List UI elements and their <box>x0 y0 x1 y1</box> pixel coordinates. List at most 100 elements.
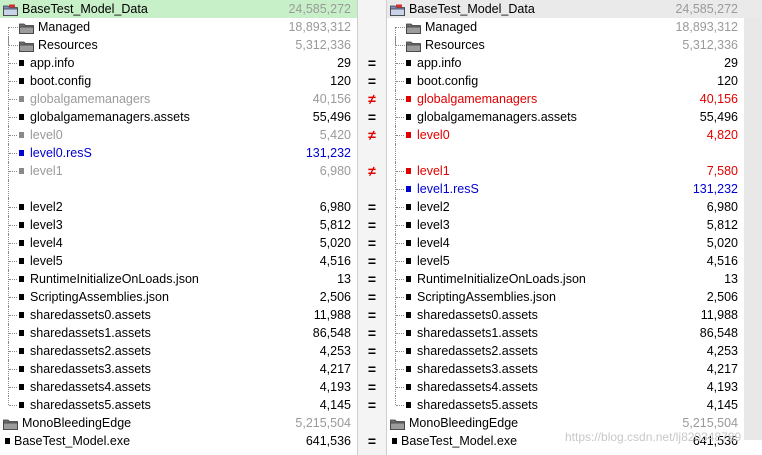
file-row[interactable]: level1 6,980 <box>0 162 357 180</box>
tree-branch <box>9 135 17 136</box>
file-icon <box>406 168 411 174</box>
item-size: 40,156 <box>699 92 738 106</box>
item-size: 11,988 <box>700 308 738 322</box>
tree-branch <box>9 369 17 370</box>
tree-branch <box>9 81 17 82</box>
file-icon <box>19 384 24 390</box>
folder-row[interactable]: Resources 5,312,336 <box>0 36 357 54</box>
file-row[interactable]: sharedassets3.assets 4,217 <box>387 360 762 378</box>
file-icon <box>406 186 411 192</box>
folder-row[interactable]: Resources 5,312,336 <box>387 36 762 54</box>
file-row[interactable]: sharedassets0.assets 11,988 <box>0 306 357 324</box>
file-row[interactable]: globalgamemanagers.assets 55,496 <box>0 108 357 126</box>
item-name: sharedassets0.assets <box>30 308 151 322</box>
file-icon <box>19 240 24 246</box>
file-row[interactable]: level0.resS 131,232 <box>0 144 357 162</box>
file-row[interactable]: sharedassets1.assets 86,548 <box>0 324 357 342</box>
file-row[interactable]: level0 5,420 <box>0 126 357 144</box>
tree-branch <box>9 225 17 226</box>
file-row[interactable]: level2 6,980 <box>0 198 357 216</box>
item-size: 4,193 <box>319 380 351 394</box>
file-row[interactable]: level1.resS 131,232 <box>387 180 762 198</box>
item-name: sharedassets1.assets <box>417 326 538 340</box>
file-icon <box>406 366 411 372</box>
folder-row[interactable]: MonoBleedingEdge 5,215,504 <box>0 414 357 432</box>
file-icon <box>19 114 24 120</box>
file-row[interactable]: RuntimeInitializeOnLoads.json 13 <box>0 270 357 288</box>
left-folder-pane[interactable]: BaseTest_Model_Data 24,585,272 Managed 18,8… <box>0 0 357 455</box>
tree-branch <box>396 63 404 64</box>
file-row[interactable]: level1 7,580 <box>387 162 762 180</box>
folder-row[interactable]: BaseTest_Model_Data 24,585,272 <box>387 0 762 18</box>
tree-branch <box>9 315 17 316</box>
equal-icon: = <box>367 199 377 215</box>
file-row[interactable]: level3 5,812 <box>387 216 762 234</box>
tree-branch <box>9 387 17 388</box>
folder-row[interactable]: BaseTest_Model_Data 24,585,272 <box>0 0 357 18</box>
tree-line <box>395 144 396 162</box>
file-row[interactable]: sharedassets2.assets 4,253 <box>0 342 357 360</box>
file-row[interactable]: boot.config 120 <box>387 72 762 90</box>
item-size: 6,980 <box>706 200 738 214</box>
file-icon <box>19 294 24 300</box>
equal-icon: = <box>367 307 377 323</box>
file-row[interactable]: ScriptingAssemblies.json 2,506 <box>387 288 762 306</box>
item-name: level2 <box>417 200 450 214</box>
file-row[interactable]: RuntimeInitializeOnLoads.json 13 <box>387 270 762 288</box>
item-name: boot.config <box>30 74 92 88</box>
file-row[interactable]: globalgamemanagers 40,156 <box>0 90 357 108</box>
file-row[interactable]: sharedassets0.assets 11,988 <box>387 306 762 324</box>
file-row[interactable]: app.info 29 <box>0 54 357 72</box>
file-row[interactable]: sharedassets3.assets 4,217 <box>0 360 357 378</box>
item-name: boot.config <box>417 74 479 88</box>
item-size: 131,232 <box>305 146 351 160</box>
blank-row <box>387 144 762 162</box>
tree-branch <box>396 297 404 298</box>
item-size: 5,215,504 <box>295 416 351 430</box>
file-row[interactable]: sharedassets2.assets 4,253 <box>387 342 762 360</box>
file-row[interactable]: sharedassets4.assets 4,193 <box>0 378 357 396</box>
file-icon <box>19 60 24 66</box>
item-name: level0 <box>30 128 63 142</box>
file-row[interactable]: globalgamemanagers 40,156 <box>387 90 762 108</box>
item-name: sharedassets3.assets <box>417 362 538 376</box>
watermark: https://blog.csdn.net/lj820348789 <box>565 430 742 444</box>
folder-row[interactable]: Managed 18,893,312 <box>0 18 357 45</box>
file-row[interactable]: BaseTest_Model.exe 641,536 <box>0 432 357 450</box>
item-name: sharedassets4.assets <box>417 380 538 394</box>
file-row[interactable]: level3 5,812 <box>0 216 357 234</box>
file-icon <box>406 276 411 282</box>
file-row[interactable]: level0 4,820 <box>387 126 762 144</box>
file-row[interactable]: ScriptingAssemblies.json 2,506 <box>0 288 357 306</box>
item-name: level4 <box>30 236 63 250</box>
file-icon <box>19 402 24 408</box>
comparison-gutter: = = ≠ = ≠ ≠ = = = = = = = = = = = = = <box>357 0 387 455</box>
file-row[interactable]: sharedassets5.assets 4,145 <box>387 396 762 414</box>
tree-branch <box>9 63 17 64</box>
file-row[interactable]: level4 5,020 <box>387 234 762 252</box>
right-folder-pane[interactable]: BaseTest_Model_Data 24,585,272 Managed 18,8… <box>387 0 762 455</box>
file-row[interactable]: globalgamemanagers.assets 55,496 <box>387 108 762 126</box>
item-size: 2,506 <box>706 290 738 304</box>
item-name: globalgamemanagers <box>417 92 538 106</box>
file-row[interactable]: level2 6,980 <box>387 198 762 216</box>
tree-branch <box>396 117 404 118</box>
tree-branch <box>396 243 404 244</box>
file-row[interactable]: level4 5,020 <box>0 234 357 252</box>
file-row[interactable]: level5 4,516 <box>0 252 357 270</box>
file-icon <box>19 366 24 372</box>
item-name: app.info <box>30 56 75 70</box>
file-row[interactable]: sharedassets1.assets 86,548 <box>387 324 762 342</box>
file-row[interactable]: level5 4,516 <box>387 252 762 270</box>
item-size: 4,253 <box>319 344 351 358</box>
file-row[interactable]: app.info 29 <box>387 54 762 72</box>
equal-icon: = <box>367 397 377 413</box>
item-size: 641,536 <box>305 434 351 448</box>
file-row[interactable]: sharedassets4.assets 4,193 <box>387 378 762 396</box>
file-row[interactable]: boot.config 120 <box>0 72 357 90</box>
tree-branch <box>9 117 17 118</box>
folder-row[interactable]: Managed 18,893,312 <box>387 18 762 45</box>
item-size: 86,548 <box>699 326 738 340</box>
vertical-scrollbar[interactable] <box>744 18 762 440</box>
file-row[interactable]: sharedassets5.assets 4,145 <box>0 396 357 414</box>
